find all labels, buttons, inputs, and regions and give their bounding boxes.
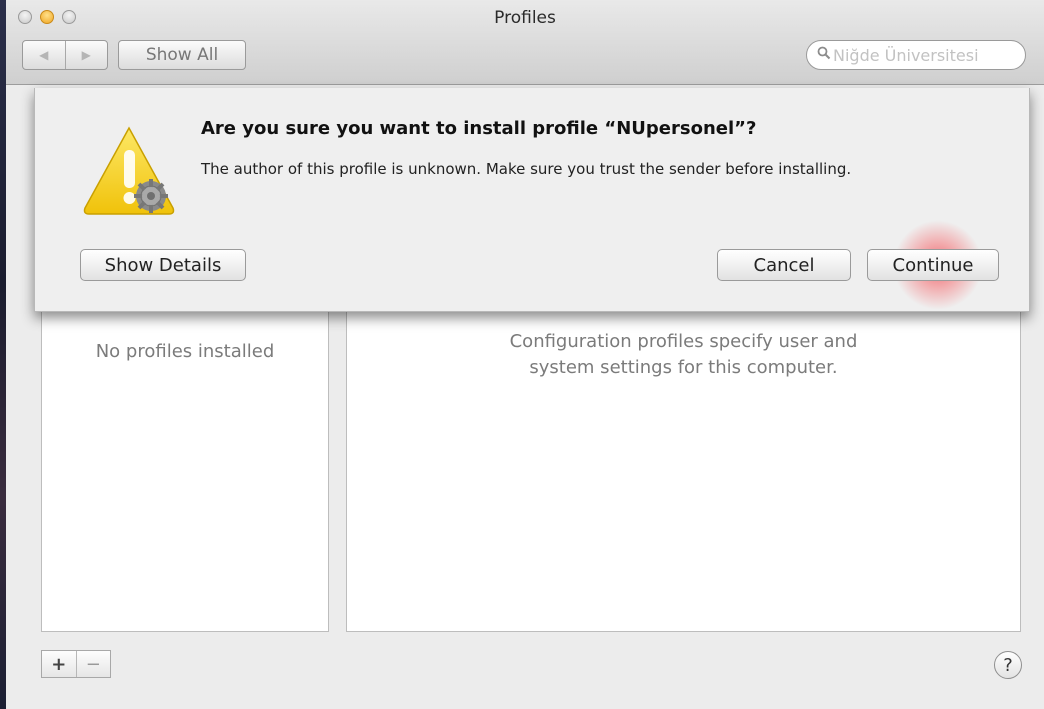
gear-badge-icon [134,179,168,213]
show-all-button[interactable]: Show All [118,40,246,70]
titlebar: Profiles ◀ ▶ Show All Niğde Üniversitesi [6,0,1044,85]
profiles-list[interactable]: No profiles installed [41,270,329,632]
continue-button[interactable]: Continue [867,249,999,281]
window-title: Profiles [494,8,556,28]
back-arrow-icon: ◀ [39,48,49,62]
details-description: Configuration profiles specify user and … [347,329,1020,381]
add-remove-control: + − [41,650,111,678]
install-profile-sheet: Are you sure you want to install profile… [34,88,1030,312]
details-description-line-1: Configuration profiles specify user and [509,331,858,352]
warning-icon [83,126,175,215]
forward-button[interactable]: ▶ [64,41,108,69]
profiles-window: Profiles ◀ ▶ Show All Niğde Üniversitesi… [6,0,1044,709]
profile-details-pane: Configuration profiles specify user and … [346,270,1021,632]
show-details-button[interactable]: Show Details [80,249,246,281]
sheet-message: The author of this profile is unknown. M… [201,160,852,178]
no-profiles-label: No profiles installed [95,341,275,362]
forward-arrow-icon: ▶ [81,48,91,62]
back-forward-control: ◀ ▶ [22,40,108,70]
cancel-button[interactable]: Cancel [717,249,851,281]
search-icon [817,46,831,64]
back-button[interactable]: ◀ [23,41,65,69]
search-field[interactable]: Niğde Üniversitesi [806,40,1026,70]
search-input[interactable]: Niğde Üniversitesi [833,46,979,65]
help-button[interactable]: ? [994,651,1022,679]
remove-profile-button[interactable]: − [75,651,111,677]
add-profile-button[interactable]: + [42,651,76,677]
details-description-line-2: system settings for this computer. [529,357,838,378]
sheet-title: Are you sure you want to install profile… [201,118,757,139]
